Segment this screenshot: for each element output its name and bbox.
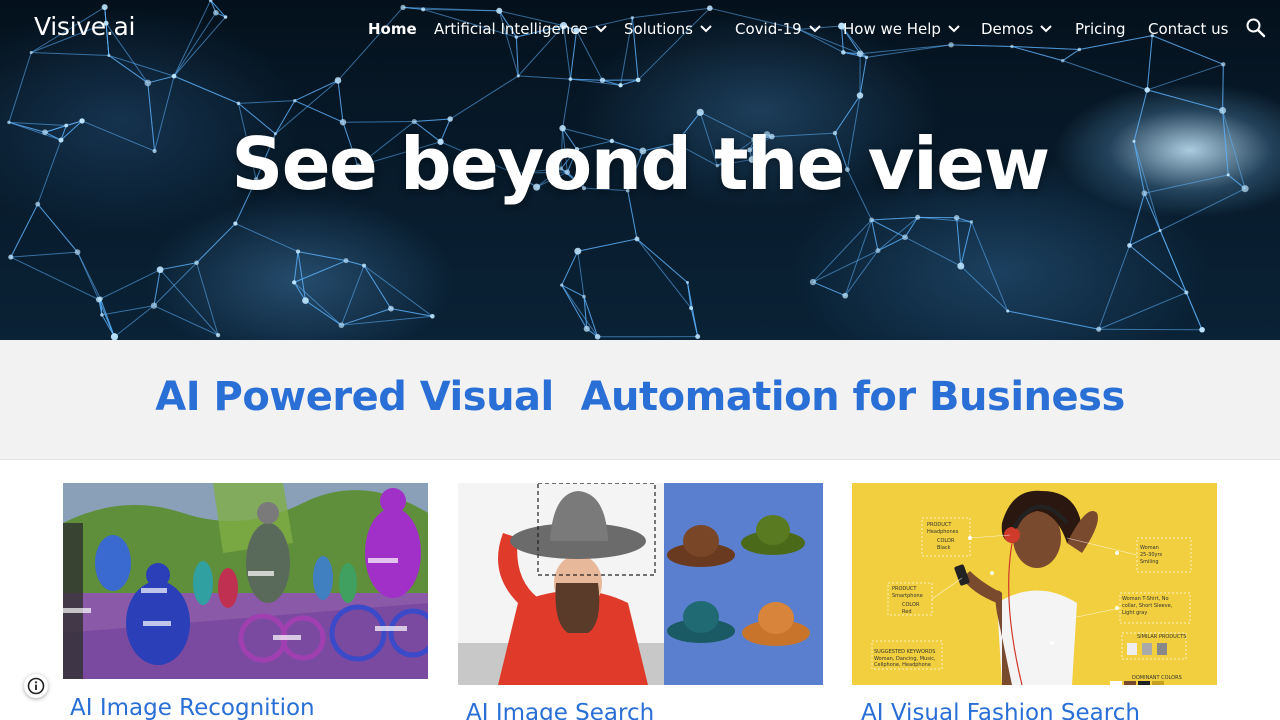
svg-text:PRODUCT: PRODUCT (892, 586, 917, 592)
chevron-down-icon (1040, 25, 1053, 33)
search-icon[interactable] (1244, 16, 1268, 40)
nav-contact-us[interactable]: Contact us (1148, 18, 1228, 40)
nav-covid-19[interactable]: Covid-19 (735, 18, 824, 40)
svg-text:Headphones: Headphones (927, 529, 959, 535)
street-segmentation-image[interactable] (63, 483, 428, 679)
card-image-recognition (63, 483, 428, 679)
svg-text:SIMILAR PRODUCTS: SIMILAR PRODUCTS (1137, 634, 1186, 640)
card-title-visual-fashion-search[interactable]: AI Visual Fashion Search (861, 700, 1140, 720)
svg-text:COLOR: COLOR (937, 538, 955, 544)
chevron-down-icon (595, 25, 607, 33)
info-icon (27, 677, 45, 695)
svg-text:SUGGESTED KEYWORDS: SUGGESTED KEYWORDS (874, 649, 935, 655)
site-logo[interactable]: Visive.ai (34, 12, 135, 41)
svg-text:DOMINANT COLORS: DOMINANT COLORS (1132, 675, 1182, 681)
fashion-tags-image[interactable]: PRODUCT Headphones COLOR Black PRODUCT Smar… (852, 483, 1217, 685)
card-title-image-recognition[interactable]: AI Image Recognition (70, 695, 315, 720)
svg-text:Smiling: Smiling (1140, 559, 1159, 565)
top-navigation: Visive.ai Home Artificial Intelligence S… (0, 0, 1280, 58)
svg-text:collar, Short Sleeve,: collar, Short Sleeve, (1122, 603, 1173, 609)
hat-search-image[interactable] (458, 483, 823, 685)
chevron-down-icon (809, 25, 821, 33)
svg-text:COLOR: COLOR (902, 602, 920, 608)
svg-text:Woman: Woman (1140, 545, 1159, 551)
nav-demos-label: Demos (981, 20, 1034, 38)
nav-home-label: Home (368, 20, 417, 38)
chevron-down-icon (700, 25, 712, 33)
section-header: AI Powered Visual Automation for Busines… (0, 340, 1280, 460)
nav-pricing-label: Pricing (1075, 20, 1126, 38)
svg-text:Black: Black (937, 545, 951, 551)
nav-how-we-help[interactable]: How we Help (843, 18, 963, 40)
svg-text:25-30yrs: 25-30yrs (1140, 552, 1163, 558)
svg-text:Light gray: Light gray (1122, 610, 1147, 616)
card-image-search (458, 483, 823, 685)
nav-solutions-label: Solutions (624, 20, 693, 38)
chevron-down-icon (948, 25, 960, 33)
nav-solutions[interactable]: Solutions (624, 18, 715, 40)
hero-banner: Visive.ai Home Artificial Intelligence S… (0, 0, 1280, 340)
nav-ai-label: Artificial Intelligence (434, 20, 588, 38)
nav-demos[interactable]: Demos (981, 18, 1055, 40)
card-title-image-search[interactable]: AI Image Search (466, 700, 654, 720)
svg-text:Red: Red (902, 609, 912, 615)
nav-covid-label: Covid-19 (735, 20, 802, 38)
section-title: AI Powered Visual Automation for Busines… (155, 374, 1125, 420)
site-info-button[interactable] (24, 674, 48, 698)
nav-pricing[interactable]: Pricing (1075, 18, 1126, 40)
svg-text:Smartphone: Smartphone (892, 593, 923, 599)
nav-artificial-intelligence[interactable]: Artificial Intelligence (434, 18, 610, 40)
nav-home[interactable]: Home (368, 18, 417, 40)
nav-how-we-help-label: How we Help (843, 20, 941, 38)
card-visual-fashion-search: PRODUCT Headphones COLOR Black PRODUCT Smar… (852, 483, 1217, 685)
nav-contact-label: Contact us (1148, 20, 1229, 38)
svg-text:Cellphone, Headphone: Cellphone, Headphone (874, 662, 931, 668)
svg-text:Woman T-Shirt, No: Woman T-Shirt, No (1122, 596, 1169, 602)
hero-title: See beyond the view (231, 122, 1050, 206)
svg-text:PRODUCT: PRODUCT (927, 522, 952, 528)
